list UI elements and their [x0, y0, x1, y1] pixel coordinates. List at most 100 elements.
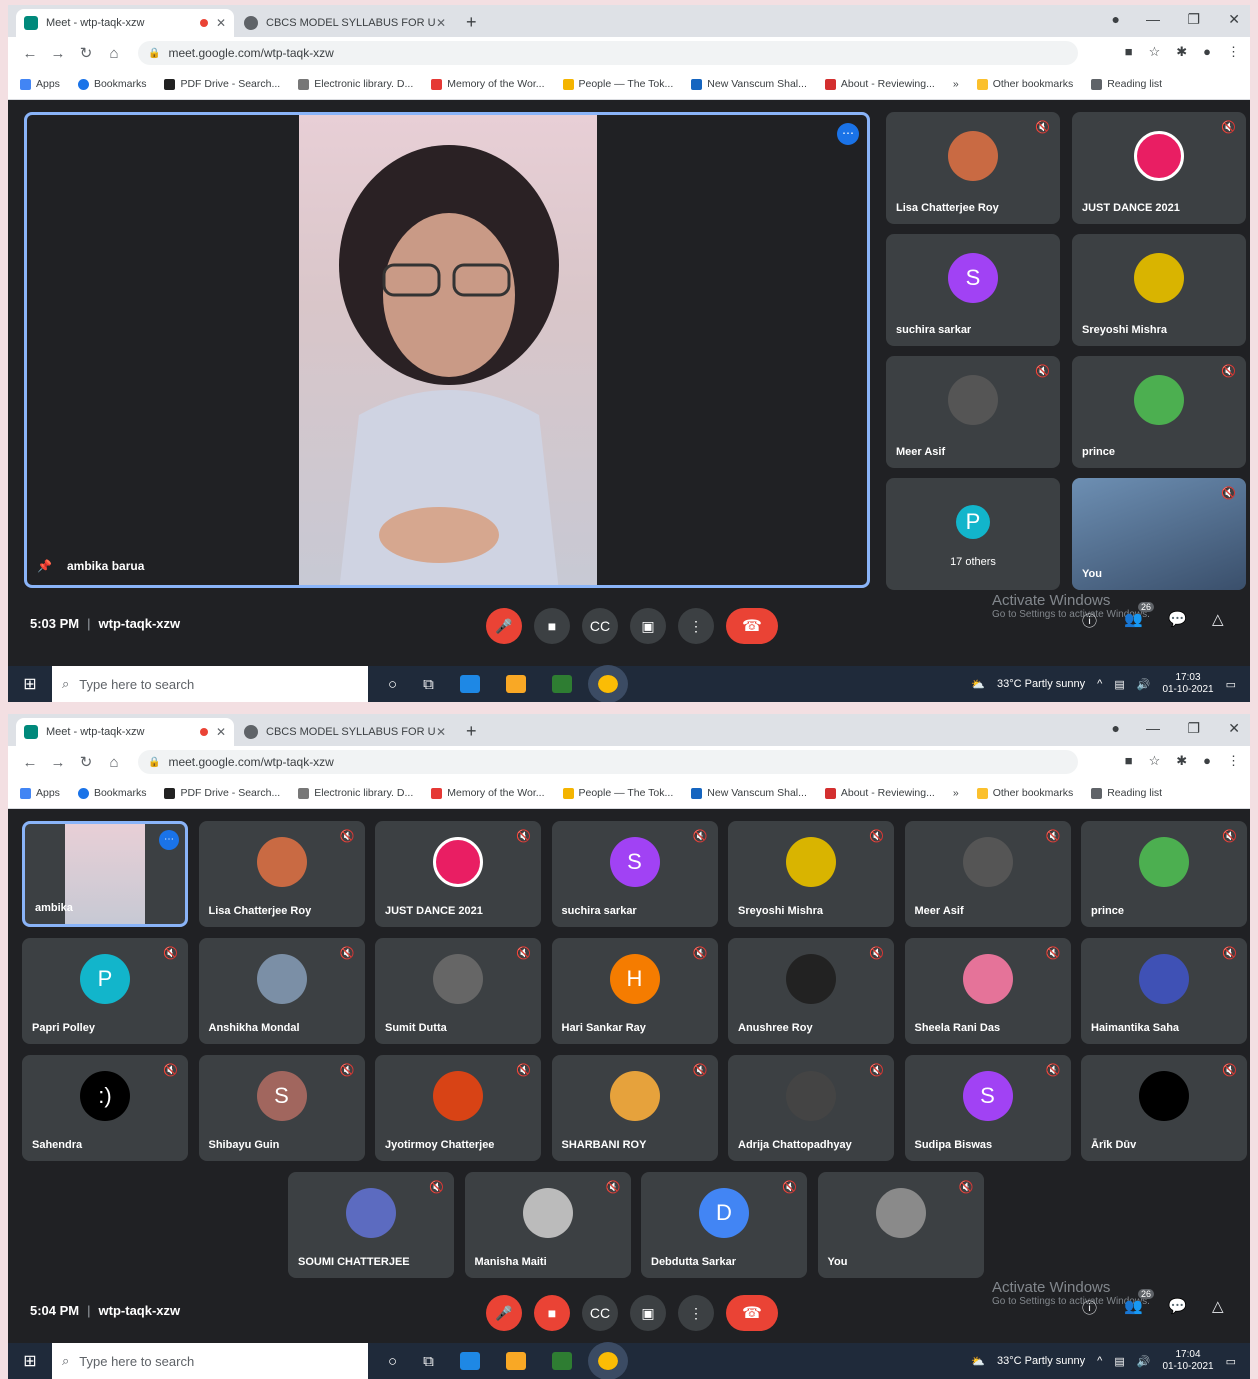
menu-icon[interactable]: ⋮	[1227, 44, 1240, 60]
close-tab-icon[interactable]: ✕	[216, 16, 226, 30]
participant-tile-anushree-roy[interactable]: 🔇 Anushree Roy	[728, 938, 894, 1044]
new-tab-icon[interactable]: +	[466, 721, 477, 742]
address-bar[interactable]: 🔒 meet.google.com/wtp-taqk-xzw	[138, 750, 1078, 774]
minimize-icon[interactable]: —	[1146, 11, 1160, 27]
participant-tile-sreyoshi-mishra[interactable]: 🔇 Sreyoshi Mishra	[728, 821, 894, 927]
close-tab-icon[interactable]: ✕	[216, 725, 226, 739]
back-icon[interactable]: ←	[16, 754, 44, 771]
participant-tile-sheela-rani-das[interactable]: 🔇 Sheela Rani Das	[904, 938, 1071, 1044]
mail-icon[interactable]	[459, 1352, 480, 1370]
camera-button[interactable]: ■	[534, 608, 570, 644]
info-icon[interactable]: ⓘ	[1082, 1297, 1097, 1318]
bookmark-vanscum[interactable]: New Vanscum Shal...	[691, 78, 807, 90]
participant-tile-shibayu-guin[interactable]: S 🔇 Shibayu Guin	[198, 1055, 365, 1161]
bookmarks-overflow[interactable]: »	[953, 78, 959, 90]
home-icon[interactable]: ⌂	[100, 754, 128, 771]
network-icon[interactable]: ▤	[1114, 678, 1124, 691]
bookmark-other[interactable]: Other bookmarks	[976, 787, 1073, 799]
bookmark-people[interactable]: People — The Tok...	[562, 78, 673, 90]
bookmark-apps[interactable]: Apps	[20, 78, 60, 90]
participant-tile-meer-asif[interactable]: 🔇 Meer Asif	[886, 356, 1060, 468]
minimize-icon[interactable]: —	[1146, 720, 1160, 736]
participant-tile-you[interactable]: 🔇 You	[1072, 478, 1246, 590]
bookmark-elibrary[interactable]: Electronic library. D...	[298, 78, 413, 90]
profile-icon[interactable]: ●	[1112, 720, 1120, 736]
participant-tile-papri-polley[interactable]: P 🔇 Papri Polley	[22, 938, 188, 1044]
bookmark-memory[interactable]: Memory of the Wor...	[431, 78, 545, 90]
participant-tile-hari-sankar-ray[interactable]: H 🔇 Hari Sankar Ray	[551, 938, 718, 1044]
camera-icon[interactable]: ■	[1125, 44, 1133, 60]
participant-tile-lisa-chatterjee-roy[interactable]: 🔇 Lisa Chatterjee Roy	[886, 112, 1060, 224]
address-bar[interactable]: 🔒 meet.google.com/wtp-taqk-xzw	[138, 41, 1078, 65]
participant-tile-sahendra[interactable]: :) 🔇 Sahendra	[22, 1055, 188, 1161]
reload-icon[interactable]: ↻	[72, 753, 100, 771]
restore-icon[interactable]: ❐	[1187, 11, 1200, 28]
participant-tile-soumi-chatterjee[interactable]: 🔇 SOUMI CHATTERJEE	[288, 1172, 454, 1278]
people-icon[interactable]: 👥	[1124, 1297, 1143, 1315]
bookmarks-overflow[interactable]: »	[953, 787, 959, 799]
tab-syllabus[interactable]: CBCS MODEL SYLLABUS FOR U... ✕	[236, 9, 454, 37]
tray-chevron-icon[interactable]: ^	[1097, 1355, 1102, 1367]
windows-start-icon[interactable]: ⊞	[8, 674, 52, 694]
bookmark-reading-list[interactable]: Reading list	[1091, 787, 1162, 799]
info-icon[interactable]: ⓘ	[1082, 610, 1097, 631]
file-explorer-icon[interactable]	[505, 675, 526, 693]
mail-icon[interactable]	[459, 675, 480, 693]
bookmark-vanscum[interactable]: New Vanscum Shal...	[691, 787, 807, 799]
participant-tile-sudipa-biswas[interactable]: S 🔇 Sudipa Biswas	[904, 1055, 1071, 1161]
close-tab-icon[interactable]: ✕	[436, 16, 446, 30]
bookmark-apps[interactable]: Apps	[20, 787, 60, 799]
forward-icon[interactable]: →	[44, 754, 72, 771]
avatar-icon[interactable]: ●	[1203, 753, 1211, 769]
tab-meet[interactable]: Meet - wtp-taqk-xzw ✕	[16, 9, 234, 37]
chrome-icon[interactable]	[587, 1342, 628, 1379]
activities-icon[interactable]: △	[1212, 1297, 1224, 1315]
bookmark-other[interactable]: Other bookmarks	[976, 78, 1073, 90]
bookmark-reading-list[interactable]: Reading list	[1091, 78, 1162, 90]
people-icon[interactable]: 👥	[1124, 610, 1143, 628]
bookmark-bookmarks[interactable]: Bookmarks	[77, 787, 146, 799]
close-window-icon[interactable]: ✕	[1228, 720, 1240, 737]
chrome-icon[interactable]	[587, 665, 628, 702]
mic-off-button[interactable]: 🎤	[486, 1295, 522, 1331]
bookmark-about[interactable]: About - Reviewing...	[824, 78, 935, 90]
tab-syllabus[interactable]: CBCS MODEL SYLLABUS FOR U... ✕	[236, 718, 454, 746]
bookmark-pdf-drive[interactable]: PDF Drive - Search...	[164, 78, 280, 90]
volume-icon[interactable]: 🔊	[1137, 1355, 1151, 1368]
bookmark-pdf-drive[interactable]: PDF Drive - Search...	[164, 787, 280, 799]
participant-tile-prince[interactable]: 🔇 prince	[1081, 821, 1247, 927]
participant-tile-manisha-maiti[interactable]: 🔇 Manisha Maiti	[464, 1172, 631, 1278]
excel-icon[interactable]	[551, 675, 572, 693]
task-view-icon[interactable]: ⧉	[423, 676, 434, 693]
participant-tile-prince[interactable]: 🔇 prince	[1072, 356, 1246, 468]
cortana-icon[interactable]: ○	[388, 676, 397, 693]
menu-icon[interactable]: ⋮	[1227, 753, 1240, 769]
file-explorer-icon[interactable]	[505, 1352, 526, 1370]
extensions-icon[interactable]: ✱	[1176, 44, 1187, 60]
new-tab-icon[interactable]: +	[466, 12, 477, 33]
participant-tile-17-others[interactable]: P 17 others	[886, 478, 1060, 590]
extensions-icon[interactable]: ✱	[1176, 753, 1187, 769]
participant-tile-sharbani-roy[interactable]: 🔇 SHARBANI ROY	[551, 1055, 718, 1161]
present-button[interactable]: ▣	[630, 1295, 666, 1331]
participant-tile-lisa-chatterjee-roy[interactable]: 🔇 Lisa Chatterjee Roy	[198, 821, 365, 927]
more-options-button[interactable]: ⋮	[678, 608, 714, 644]
avatar-icon[interactable]: ●	[1203, 44, 1211, 60]
notifications-icon[interactable]: ▭	[1226, 1355, 1236, 1368]
present-button[interactable]: ▣	[630, 608, 666, 644]
taskbar-search[interactable]: ⌕ Type here to search	[52, 1343, 368, 1379]
windows-start-icon[interactable]: ⊞	[8, 1351, 52, 1371]
captions-button[interactable]: CC	[582, 608, 618, 644]
restore-icon[interactable]: ❐	[1187, 720, 1200, 737]
bookmark-elibrary[interactable]: Electronic library. D...	[298, 787, 413, 799]
participant-tile-adrija-chattopadhyay[interactable]: 🔇 Adrija Chattopadhyay	[728, 1055, 894, 1161]
camera-off-button[interactable]: ■	[534, 1295, 570, 1331]
more-options-icon[interactable]: ⋯	[837, 123, 859, 145]
pin-icon[interactable]: 📌	[37, 559, 52, 573]
notifications-icon[interactable]: ▭	[1226, 678, 1236, 691]
star-icon[interactable]: ☆	[1149, 753, 1161, 769]
cortana-icon[interactable]: ○	[388, 1353, 397, 1370]
close-window-icon[interactable]: ✕	[1228, 11, 1240, 28]
participant-tile-you[interactable]: 🔇 You	[817, 1172, 984, 1278]
more-options-button[interactable]: ⋮	[678, 1295, 714, 1331]
